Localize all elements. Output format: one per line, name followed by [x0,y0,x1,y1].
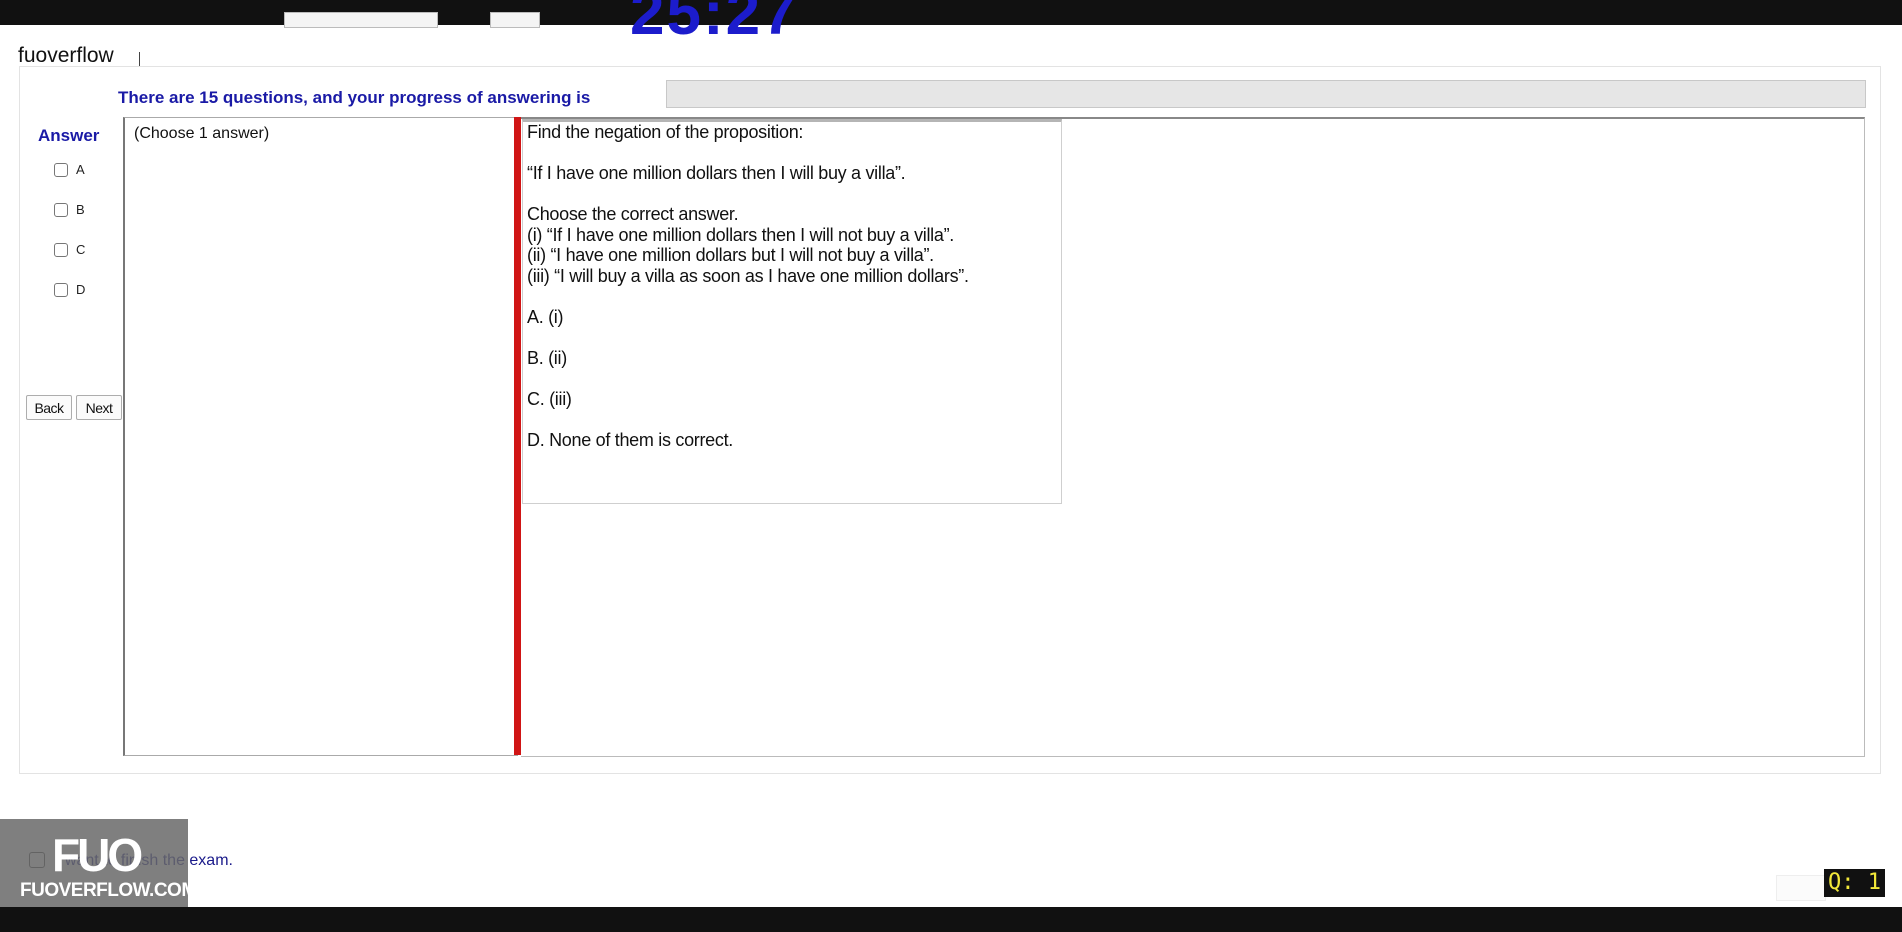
option-d-label: D [76,282,86,297]
question-statement: (ii) “I have one million dollars but I w… [527,245,934,265]
panel-divider[interactable] [514,117,521,755]
question-instruction: Choose the correct answer. [527,204,739,224]
answer-hint: (Choose 1 answer) [134,125,270,142]
answer-box [123,117,518,756]
option-d[interactable]: D [54,282,85,297]
back-button[interactable]: Back [26,395,72,420]
next-button[interactable]: Next [76,395,122,420]
question-statement: (i) “If I have one million dollars then … [527,225,954,245]
option-d-checkbox[interactable] [54,282,68,297]
question-choice: D. None of them is correct. [527,430,733,450]
option-b-label: B [76,202,85,217]
option-b-checkbox[interactable] [54,202,68,217]
option-b[interactable]: B [54,202,85,217]
watermark-logo: FUO [52,829,143,881]
question-choice: B. (ii) [527,348,567,368]
answer-title: Answer [38,126,100,145]
option-c-label: C [76,242,86,257]
exam-timer: 25:27 [630,0,799,48]
option-a[interactable]: A [54,162,85,177]
question-indicator: Q: 1 [1824,869,1885,897]
progress-bar [666,80,1866,108]
question-proposition: “If I have one million dollars then I wi… [527,163,906,183]
question-choice: A. (i) [527,307,564,327]
watermark-site: FUOVERFLOW.COM [20,880,197,901]
top-dropdown-field[interactable] [284,12,438,28]
question-choice: C. (iii) [527,389,572,409]
progress-caption: There are 15 questions, and your progres… [118,88,591,107]
question-jump-field[interactable] [1776,875,1826,901]
bottom-black-bar [0,907,1902,932]
site-name-label: fuoverflow [18,44,114,67]
option-a-label: A [76,162,85,177]
option-a-checkbox[interactable] [54,162,68,177]
question-prompt: Find the negation of the proposition: [527,122,804,142]
option-c[interactable]: C [54,242,85,257]
question-statement: (iii) “I will buy a villa as soon as I h… [527,266,969,286]
top-small-field[interactable] [490,12,540,28]
option-c-checkbox[interactable] [54,242,68,257]
